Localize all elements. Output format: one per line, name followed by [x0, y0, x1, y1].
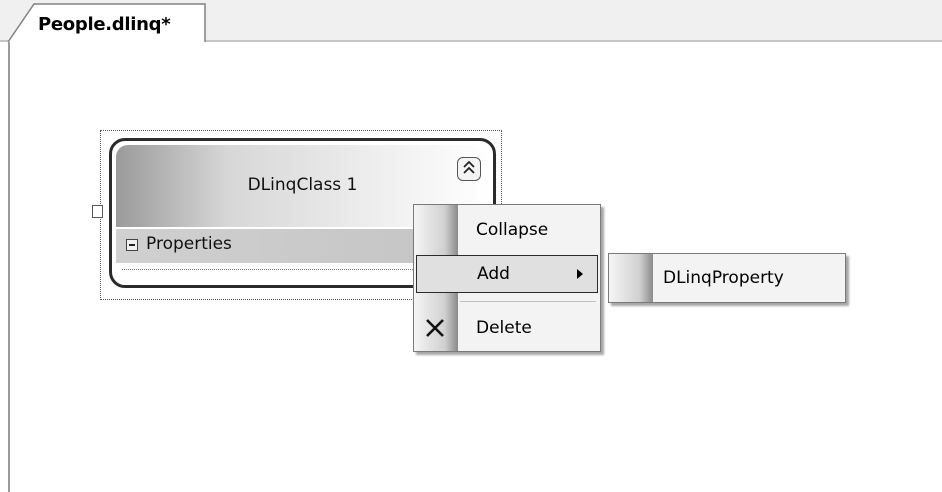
collapse-chevron-icon[interactable] — [457, 157, 481, 181]
menu-item-add[interactable]: Add — [416, 255, 598, 293]
submenu-arrow-icon — [577, 269, 583, 279]
menu-item-label: Collapse — [476, 220, 549, 240]
class-name[interactable]: DLinqClass 1 — [116, 175, 489, 195]
add-submenu: DLinqProperty — [608, 253, 846, 303]
document-tab-strip: People.dlinq* — [0, 0, 942, 43]
menu-item-label: DLinqProperty — [663, 268, 784, 288]
menu-separator — [460, 301, 596, 302]
menu-item-dlinqproperty[interactable]: DLinqProperty — [609, 259, 845, 297]
properties-label: Properties — [146, 234, 232, 254]
menu-item-collapse[interactable]: Collapse — [414, 211, 600, 249]
delete-x-icon — [426, 319, 444, 337]
menu-item-label: Add — [477, 264, 510, 284]
context-menu: Collapse Add Delete — [413, 204, 601, 352]
menu-item-delete[interactable]: Delete — [414, 309, 600, 347]
connector-handle[interactable] — [92, 205, 103, 218]
document-tab[interactable]: People.dlinq* — [38, 14, 171, 35]
menu-item-label: Delete — [476, 318, 532, 338]
minus-toggle-icon[interactable] — [126, 239, 138, 251]
